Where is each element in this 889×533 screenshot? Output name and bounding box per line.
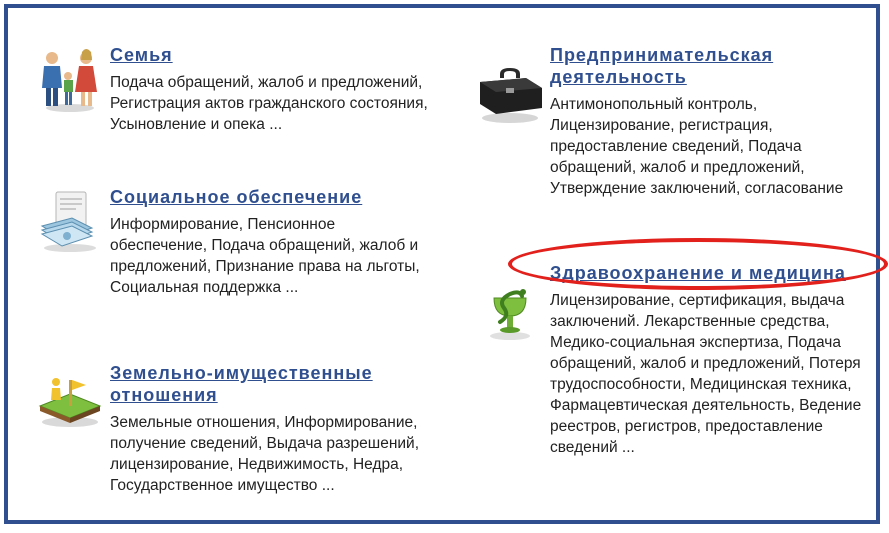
category-text: Семья Подача обращений, жалоб и предложе… bbox=[110, 44, 434, 135]
land-plot-icon[interactable] bbox=[34, 362, 106, 434]
category-description: Информирование, Пенсионное обеспечение, … bbox=[110, 216, 420, 296]
documents-money-icon[interactable] bbox=[34, 186, 106, 258]
briefcase-icon[interactable] bbox=[474, 58, 546, 130]
family-icon[interactable] bbox=[34, 44, 106, 116]
category-title-link[interactable]: Земельно-имущественные отношения bbox=[110, 362, 434, 406]
category-title-link[interactable]: Предпринимательская деятельность bbox=[550, 44, 874, 88]
medicine-snake-bowl-icon[interactable] bbox=[474, 276, 546, 348]
category-description: Лицензирование, сертификация, выдача зак… bbox=[550, 292, 862, 456]
category-text: Здравоохранение и медицина Лицензировани… bbox=[550, 262, 874, 458]
category-title-link[interactable]: Здравоохранение и медицина bbox=[550, 262, 874, 284]
category-description: Подача обращений, жалоб и предложений, Р… bbox=[110, 74, 428, 133]
services-panel: Семья Подача обращений, жалоб и предложе… bbox=[4, 4, 880, 524]
category-title-link[interactable]: Семья bbox=[110, 44, 434, 66]
category-text: Предпринимательская деятельность Антимон… bbox=[550, 44, 874, 199]
category-description: Земельные отношения, Информирование, пол… bbox=[110, 414, 420, 494]
category-title-link[interactable]: Социальное обеспечение bbox=[110, 186, 434, 208]
category-description: Антимонопольный контроль, Лицензирование… bbox=[550, 96, 844, 197]
category-text: Земельно-имущественные отношения Земельн… bbox=[110, 362, 434, 496]
category-text: Социальное обеспечение Информирование, П… bbox=[110, 186, 434, 298]
